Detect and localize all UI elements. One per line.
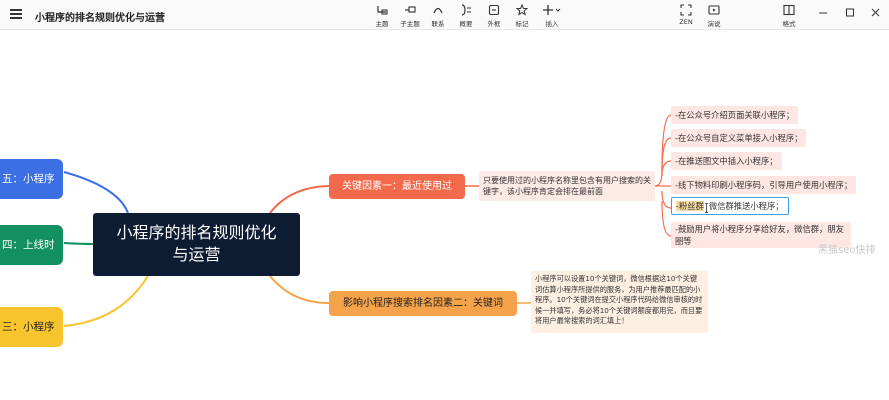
leaf-rest-text: 微信群推送小程序； (708, 201, 784, 211)
leaf-offline-qrcode[interactable]: -线下物料印刷小程序码，引导用户使用小程序； (671, 176, 857, 194)
topic-icon (368, 4, 396, 17)
root-topic[interactable]: 小程序的排名规则优化 与运营 (93, 213, 300, 276)
boundary-icon (480, 4, 508, 17)
left-node-four[interactable]: 四：上线时 (0, 225, 63, 265)
main-topic-factor-two[interactable]: 影响小程序搜索排名因素二：关键词 (329, 291, 517, 316)
insert-icon (537, 4, 567, 17)
format-icon (775, 4, 803, 17)
leaf-article-insert[interactable]: -在推送图文中插入小程序； (671, 152, 782, 170)
star-icon (508, 4, 536, 17)
connector-red (269, 185, 330, 214)
relation-icon (424, 4, 452, 17)
root-topic-line2: 与运营 (172, 245, 221, 264)
format-button[interactable]: 格式 (775, 4, 803, 28)
connector-green (63, 242, 94, 245)
watermark: 黑猫seo快排 (818, 245, 876, 256)
zen-icon (672, 4, 700, 17)
summary-button[interactable]: 概要 (452, 4, 480, 28)
present-icon (700, 4, 728, 17)
left-node-five[interactable]: 五：小程序 (0, 159, 63, 199)
summary-icon (452, 4, 480, 17)
present-button[interactable]: 演说 (700, 4, 728, 28)
marker-button[interactable]: 标记 (508, 4, 536, 28)
root-topic-line1: 小程序的排名规则优化 (116, 223, 277, 242)
leaf-connectors (654, 114, 672, 237)
close-icon[interactable] (870, 3, 884, 17)
connector-orange (269, 275, 330, 304)
maximize-icon[interactable] (844, 3, 858, 17)
connector-blue (63, 171, 129, 214)
connector-yellow (63, 275, 149, 327)
left-node-three[interactable]: 三：小程序 (0, 307, 63, 347)
title-bar: 小程序的排名规则优化与运营 主题 子主题 联系 概要 外框 标记 插入 ZEN … (0, 0, 889, 30)
subtopic-icon (396, 4, 424, 17)
leaf-custom-menu[interactable]: -在公众号自定义菜单接入小程序； (671, 129, 807, 147)
leaf-official-account-intro[interactable]: -在公众号介绍页面关联小程序； (671, 106, 799, 124)
menu-icon[interactable] (10, 9, 22, 19)
topic-button[interactable]: 主题 (368, 4, 396, 28)
main-topic-factor-one[interactable]: 关键因素一：最近使用过 (329, 174, 465, 199)
leaf-fan-group-push[interactable]: -粉丝群 微信群推送小程序； (671, 197, 789, 215)
zen-button[interactable]: ZEN (672, 4, 700, 26)
note-recently-used[interactable]: 只要使用过的小程序名称里包含有用户搜索的关键字，该小程序肯定会排在最前面 (479, 171, 655, 201)
note-keywords[interactable]: 小程序可以设置10个关键词，微信根据这10个关键词估算小程序所提供的服务，为用户… (531, 271, 708, 333)
mindmap-canvas[interactable]: 五：小程序 四：上线时 三：小程序 小程序的排名规则优化 与运营 关键因素一：最… (0, 31, 889, 400)
insert-button[interactable]: 插入 (537, 4, 567, 28)
minimize-icon[interactable] (817, 3, 831, 14)
leaf-highlight-text: -粉丝群 (676, 201, 704, 211)
relation-button[interactable]: 联系 (424, 4, 452, 28)
document-title: 小程序的排名规则优化与运营 (35, 13, 165, 24)
boundary-button[interactable]: 外框 (480, 4, 508, 28)
subtopic-button[interactable]: 子主题 (396, 4, 424, 28)
